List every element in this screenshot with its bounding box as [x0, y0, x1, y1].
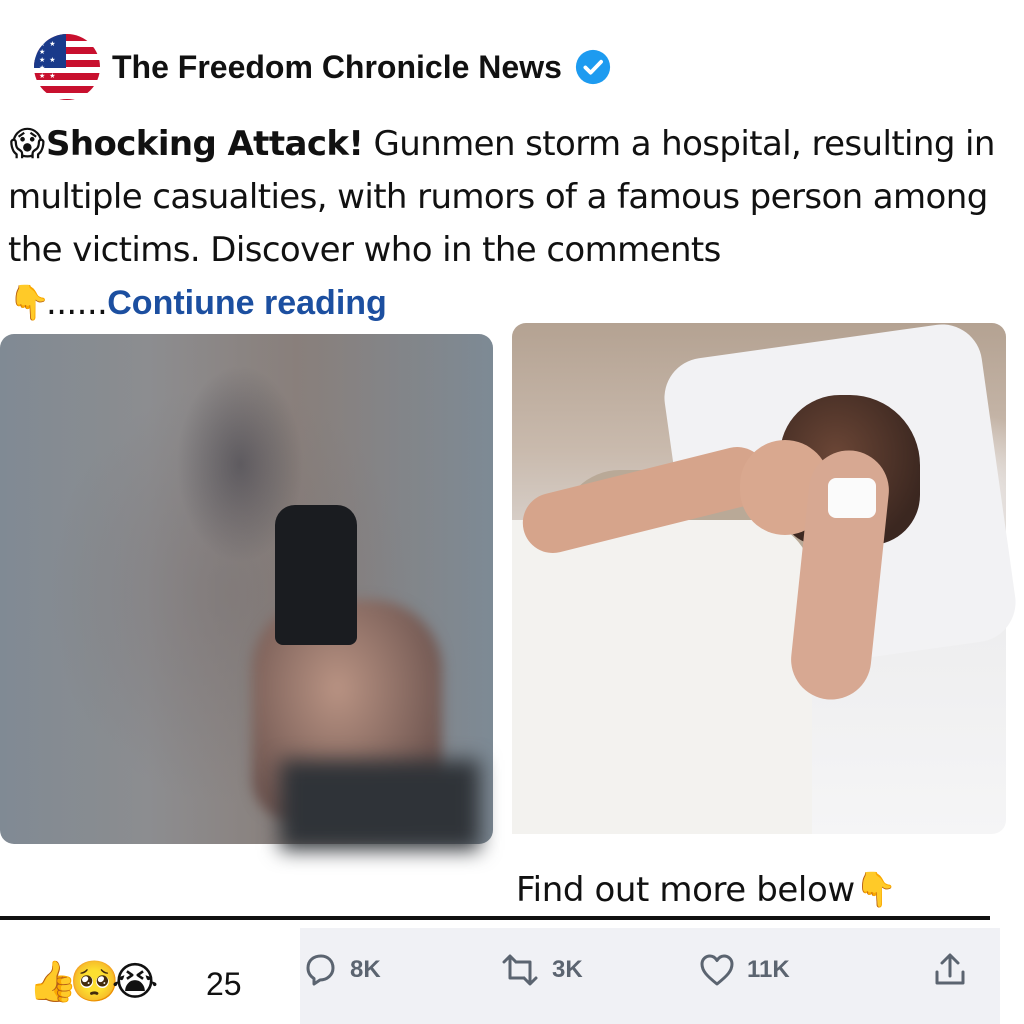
handgun-shape: [275, 505, 357, 645]
pointing-down-emoji: 👇: [854, 870, 897, 910]
verified-badge-icon: [575, 49, 610, 85]
blanket-shape: [512, 520, 812, 834]
action-bar: [300, 928, 1000, 1024]
reply-icon: [306, 954, 335, 986]
like-count: 11K: [747, 956, 790, 983]
flag-stars: ★ ★ ★ ★ ★ ★ ★ ★ ★: [39, 41, 57, 88]
like-button[interactable]: 11K: [697, 950, 790, 990]
post-headline: Shocking Attack!: [46, 124, 364, 164]
post-text: 😱Shocking Attack! Gunmen storm a hospita…: [8, 118, 1020, 330]
share-button[interactable]: [930, 950, 970, 990]
find-out-more-text: Find out more below👇: [516, 870, 897, 910]
pointing-down-emoji: 👇: [8, 283, 50, 323]
divider: [0, 916, 990, 920]
cta-label: Find out more below: [516, 870, 855, 910]
share-icon: [935, 953, 965, 985]
iv-bandage-shape: [828, 478, 876, 518]
account-name[interactable]: The Freedom Chronicle News: [112, 49, 562, 86]
ellipsis: ......: [46, 283, 108, 323]
retweet-icon: [502, 954, 538, 986]
retweet-button[interactable]: 3K: [498, 950, 583, 990]
flag-canton: ★ ★ ★ ★ ★ ★ ★ ★ ★: [34, 34, 66, 88]
reply-count: 8K: [350, 956, 381, 983]
reply-button[interactable]: 8K: [300, 950, 381, 990]
screaming-face-emoji: 😱: [9, 124, 45, 164]
reaction-count[interactable]: 25: [206, 966, 242, 1003]
heart-icon: [700, 954, 734, 986]
reaction-emojis[interactable]: 👍 🥺 😭: [28, 958, 158, 1006]
continue-reading-link[interactable]: Contiune reading: [107, 284, 387, 322]
sleeve-shape: [280, 760, 480, 850]
retweet-count: 3K: [552, 956, 583, 983]
post-header: ★ ★ ★ ★ ★ ★ ★ ★ ★ The Freedom Chronicle Ne…: [34, 34, 612, 100]
us-flag-icon[interactable]: ★ ★ ★ ★ ★ ★ ★ ★ ★: [34, 34, 100, 100]
crying-face-emoji: 😭: [111, 959, 159, 1005]
